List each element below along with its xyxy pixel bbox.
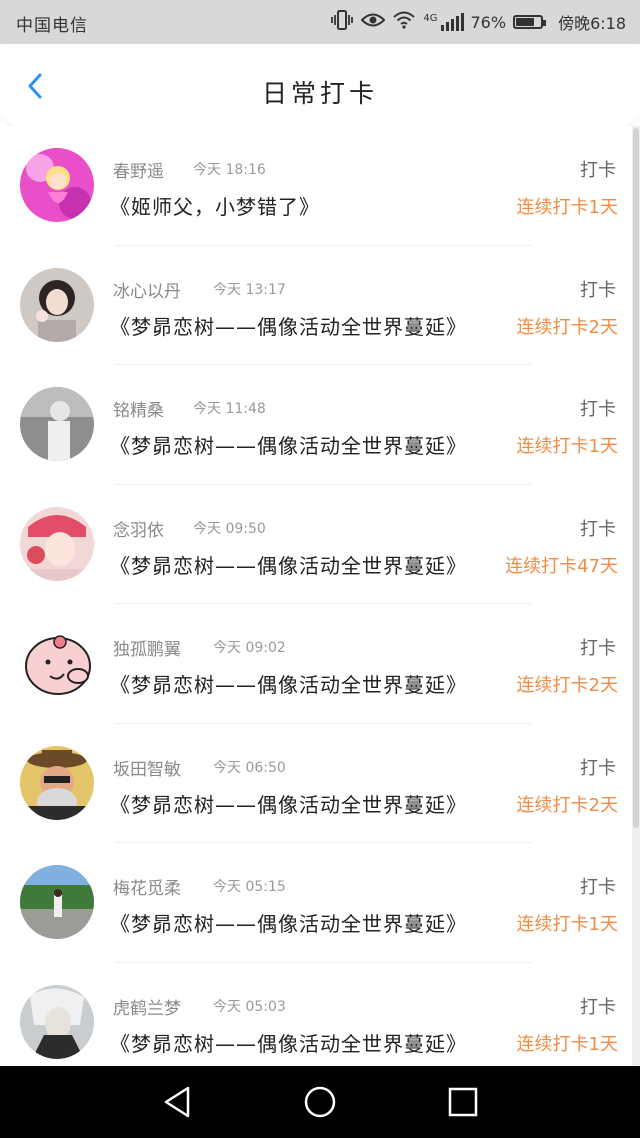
- avatar[interactable]: [20, 148, 94, 222]
- user-name[interactable]: 梅花觅柔: [113, 874, 181, 899]
- vibrate-icon: [330, 10, 354, 34]
- checkin-action[interactable]: 打卡: [580, 395, 616, 421]
- checkin-action[interactable]: 打卡: [580, 515, 616, 541]
- checkin-action[interactable]: 打卡: [580, 634, 616, 660]
- streak-label: 连续打卡2天: [516, 316, 618, 338]
- battery-fill: [516, 18, 535, 26]
- checkin-time: 今天 13:17: [213, 281, 286, 298]
- checkin-row[interactable]: 独孤鹏翼 今天 09:02 打卡 《梦昴恋树——偶像活动全世界蔓延》 连续打卡2…: [0, 604, 632, 724]
- recents-square-icon: [448, 1087, 478, 1117]
- checkin-time: 今天 09:50: [193, 520, 266, 537]
- checkin-list[interactable]: 春野遥 今天 18:16 打卡 《姬师父，小梦错了》 连续打卡1天 冰心以丹 今…: [0, 126, 640, 1066]
- checkin-action[interactable]: 打卡: [580, 873, 616, 899]
- checkin-row[interactable]: 春野遥 今天 18:16 打卡 《姬师父，小梦错了》 连续打卡1天: [0, 126, 632, 246]
- avatar[interactable]: [20, 506, 94, 581]
- checkin-action[interactable]: 打卡: [580, 754, 616, 780]
- user-name[interactable]: 独孤鹏翼: [113, 635, 181, 660]
- checkin-book-title: 《梦昴恋树——偶像活动全世界蔓延》: [110, 912, 467, 936]
- scrollbar-thumb[interactable]: [633, 128, 639, 828]
- avatar[interactable]: [20, 745, 94, 820]
- checkin-time: 今天 05:03: [213, 998, 286, 1015]
- checkin-book-title: 《梦昴恋树——偶像活动全世界蔓延》: [110, 1031, 467, 1056]
- checkin-row[interactable]: 铭精桑 今天 11:48 打卡 《梦昴恋树——偶像活动全世界蔓延》 连续打卡1天: [0, 365, 632, 485]
- signal-icon: [440, 13, 464, 31]
- checkin-row[interactable]: 念羽依 今天 09:50 打卡 《梦昴恋树——偶像活动全世界蔓延》 连续打卡47…: [0, 485, 632, 604]
- user-name[interactable]: 春野遥: [113, 157, 164, 182]
- checkin-time: 今天 05:15: [213, 879, 286, 895]
- app-header: 日常打卡: [0, 44, 640, 126]
- user-name[interactable]: 坂田智敏: [113, 755, 181, 780]
- checkin-book-title: 《梦昴恋树——偶像活动全世界蔓延》: [110, 314, 467, 339]
- scrollbar[interactable]: [632, 126, 640, 1066]
- streak-label: 连续打卡1天: [516, 197, 618, 218]
- checkin-action[interactable]: 打卡: [580, 156, 616, 182]
- user-name[interactable]: 冰心以丹: [113, 277, 181, 302]
- clock: 傍晚6:18: [558, 14, 626, 33]
- nav-back-button[interactable]: [158, 1084, 198, 1120]
- wifi-icon: [392, 11, 416, 33]
- eye-icon: [360, 11, 386, 33]
- avatar[interactable]: [20, 865, 94, 939]
- streak-label: 连续打卡1天: [516, 436, 618, 457]
- page-title: 日常打卡: [261, 79, 378, 108]
- streak-label: 连续打卡1天: [516, 914, 618, 935]
- user-name[interactable]: 铭精桑: [113, 396, 164, 421]
- avatar[interactable]: [20, 267, 94, 342]
- status-bar: 中国电信 4G 76% 傍晚6:18: [0, 0, 640, 44]
- battery-icon: [513, 15, 547, 29]
- streak-label: 连续打卡1天: [516, 1033, 618, 1055]
- nav-home-button[interactable]: [300, 1084, 340, 1120]
- checkin-action[interactable]: 打卡: [580, 993, 616, 1019]
- nav-recents-button[interactable]: [442, 1084, 482, 1120]
- avatar[interactable]: [20, 387, 94, 461]
- streak-label: 连续打卡2天: [516, 794, 618, 816]
- back-triangle-icon: [164, 1086, 190, 1118]
- checkin-time: 今天 06:50: [213, 759, 286, 776]
- status-icons: 4G 76% 傍晚6:18: [330, 8, 626, 36]
- avatar[interactable]: [20, 626, 94, 700]
- battery-percent: 76%: [470, 12, 507, 32]
- network-type-label: 4G: [423, 12, 438, 24]
- home-circle-icon: [304, 1086, 336, 1118]
- checkin-book-title: 《梦昴恋树——偶像活动全世界蔓延》: [110, 792, 467, 817]
- user-name[interactable]: 念羽依: [113, 516, 164, 541]
- checkin-book-title: 《梦昴恋树——偶像活动全世界蔓延》: [110, 673, 467, 697]
- checkin-book-title: 《梦昴恋树——偶像活动全世界蔓延》: [110, 553, 467, 578]
- checkin-book-title: 《梦昴恋树——偶像活动全世界蔓延》: [110, 434, 467, 458]
- checkin-row[interactable]: 坂田智敏 今天 06:50 打卡 《梦昴恋树——偶像活动全世界蔓延》 连续打卡2…: [0, 724, 632, 843]
- system-nav-bar: [0, 1066, 640, 1138]
- checkin-row[interactable]: 梅花觅柔 今天 05:15 打卡 《梦昴恋树——偶像活动全世界蔓延》 连续打卡1…: [0, 843, 632, 963]
- streak-label: 连续打卡47天: [505, 555, 618, 577]
- streak-label: 连续打卡2天: [516, 675, 618, 696]
- user-name[interactable]: 虎鹤兰梦: [113, 994, 181, 1019]
- checkin-row[interactable]: 冰心以丹 今天 13:17 打卡 《梦昴恋树——偶像活动全世界蔓延》 连续打卡2…: [0, 246, 632, 365]
- checkin-time: 今天 11:48: [193, 401, 266, 417]
- checkin-action[interactable]: 打卡: [580, 276, 616, 302]
- checkin-book-title: 《姬师父，小梦错了》: [110, 195, 320, 219]
- checkin-time: 今天 18:16: [193, 162, 266, 178]
- carrier-label: 中国电信: [16, 16, 88, 36]
- checkin-row[interactable]: 虎鹤兰梦 今天 05:03 打卡 《梦昴恋树——偶像活动全世界蔓延》 连续打卡1…: [0, 963, 632, 1067]
- avatar[interactable]: [20, 984, 94, 1059]
- checkin-time: 今天 09:02: [213, 640, 286, 656]
